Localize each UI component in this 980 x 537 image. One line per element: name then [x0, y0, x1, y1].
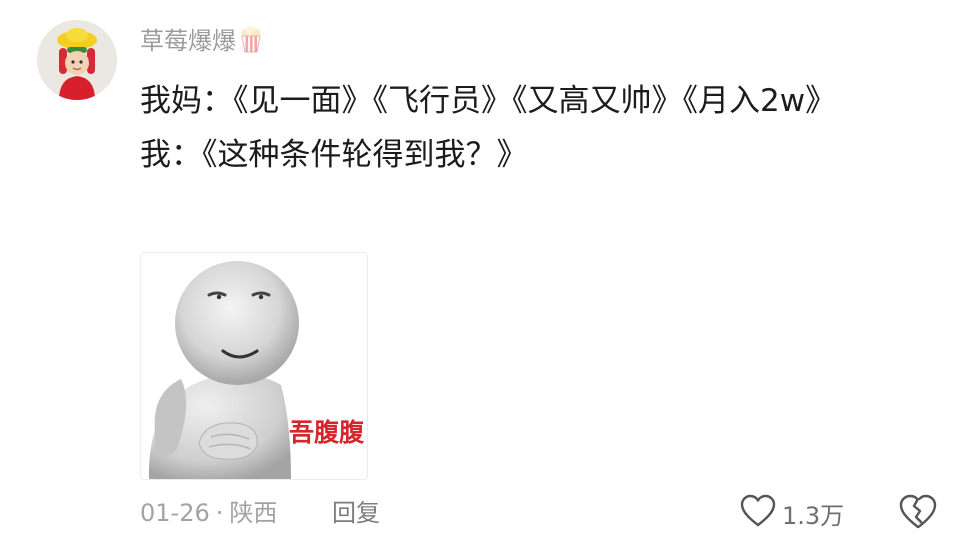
avatar[interactable] [37, 20, 117, 100]
comment-text: 我妈：《见一面》《飞行员》《又高又帅》《月入2w》 我：《这种条件轮得到我？》 [140, 74, 920, 182]
comment-line-1: 我妈：《见一面》《飞行员》《又高又帅》《月入2w》 [140, 83, 837, 119]
popcorn-icon [238, 25, 264, 62]
meta-separator: · [215, 499, 224, 527]
comment-item: 草莓爆爆 我妈：《见一面》《飞行员》《又高又帅》《月入2w》 我：《这种条件轮得… [0, 0, 980, 537]
sticker-caption: 吾腹腹 [289, 418, 365, 447]
dislike-button[interactable] [898, 493, 938, 533]
like-count: 1.3万 [782, 501, 845, 530]
comment-location: 陕西 [229, 499, 278, 527]
broken-heart-icon [898, 494, 938, 535]
like-button[interactable]: 1.3万 [740, 494, 844, 532]
comment-date: 01-26 [140, 499, 210, 527]
reply-button[interactable]: 回复 [332, 495, 380, 531]
heart-outline-icon [740, 494, 776, 532]
username-text: 草莓爆爆 [140, 27, 236, 55]
sticker-image[interactable]: 吾腹腹 [140, 252, 368, 480]
comment-meta: 01-26 · 陕西 [140, 495, 277, 531]
username[interactable]: 草莓爆爆 [140, 24, 264, 62]
comment-line-2: 我：《这种条件轮得到我？》 [140, 137, 528, 173]
